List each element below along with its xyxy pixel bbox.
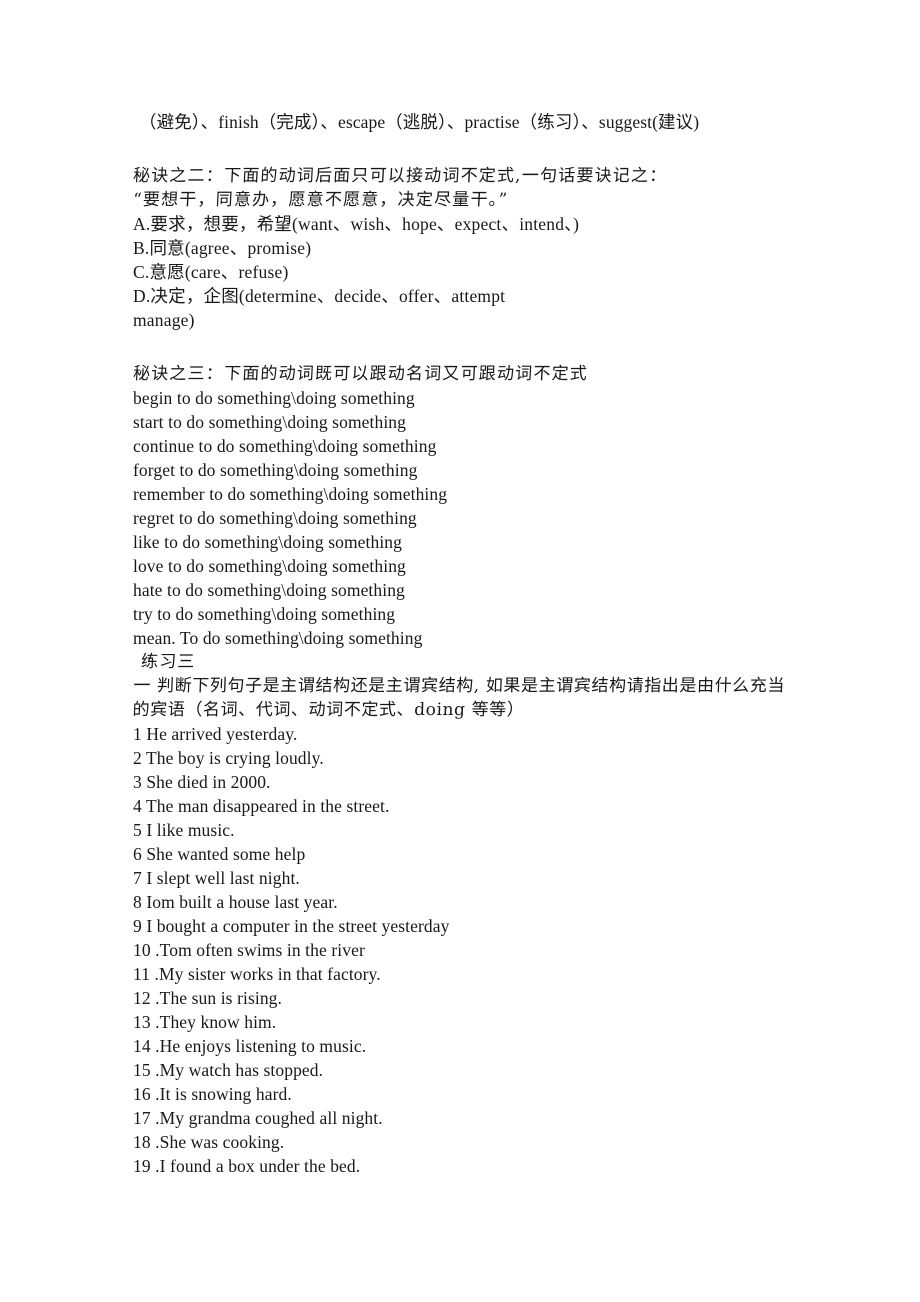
list-item: 12 .The sun is rising. [133,988,283,1008]
list-item: hate to do something\doing something [133,580,405,600]
list-item: begin to do something\doing something [133,388,415,408]
list-item: 6 She wanted some help [133,844,306,864]
list-item: 19 .I found a box under the bed. [133,1156,361,1176]
list-item: C.意愿(care、refuse) [133,262,289,282]
list-item: love to do something\doing something [133,556,406,576]
list-item: mean. To do something\doing something [133,628,423,648]
list-item: 9 I bought a computer in the street yest… [133,916,450,936]
list-item: continue to do something\doing something [133,436,437,456]
list-item: remember to do something\doing something [133,484,448,504]
list-item: 4 The man disappeared in the street. [133,796,390,816]
section-one-tail-line: （避免）、finish（完成）、escape（逃脱）、practise（练习）、… [139,112,700,132]
list-item: D.决定，企图(determine、decide、offer、attempt [133,286,506,306]
list-item: 16 .It is snowing hard. [133,1084,292,1104]
list-item: B.同意(agree、promise) [133,238,312,258]
list-item: A.要求，想要，希望(want、wish、hope、expect、intend、… [133,214,580,234]
list-item: 2 The boy is crying loudly. [133,748,324,768]
list-item: manage) [133,310,195,330]
list-item: like to do something\doing something [133,532,403,552]
section-two-item-list: A.要求，想要，希望(want、wish、hope、expect、intend、… [133,212,813,332]
section-three-heading: 秘诀之三：下面的动词既可以跟动名词又可跟动词不定式 [132,364,589,384]
list-item: forget to do something\doing something [133,460,418,480]
list-item: 1 He arrived yesterday. [133,724,298,744]
list-item: 8 Iom built a house last year. [133,892,338,912]
list-item: try to do something\doing something [133,604,396,624]
document-page: （避免）、finish（完成）、escape（逃脱）、practise（练习）、… [0,0,920,1302]
list-item: 14 .He enjoys listening to music. [133,1036,367,1056]
list-item: 13 .They know him. [133,1012,277,1032]
section-two-mnemonic: “要想干，同意办，愿意不愿意，决定尽量干。” [132,190,509,210]
list-item: 3 She died in 2000. [133,772,271,792]
list-item: 18 .She was cooking. [133,1132,285,1152]
list-item: 7 I slept well last night. [133,868,300,888]
list-item: 17 .My grandma coughed all night. [133,1108,383,1128]
exercise-instruction: 一 判断下列句子是主谓结构还是主谓宾结构, 如果是主谓宾结构请指出是由什么充当的… [132,676,786,720]
exercise-sentence-list: 1 He arrived yesterday. 2 The boy is cry… [133,722,813,1178]
list-item: start to do something\doing something [133,412,406,432]
section-two-heading: 秘诀之二：下面的动词后面只可以接动词不定式,一句话要诀记之： [132,166,668,186]
document-body: （避免）、finish（完成）、escape（逃脱）、practise（练习）、… [132,110,813,1178]
exercise-label: 练习三 [140,652,197,672]
list-item: 5 I like music. [133,820,235,840]
list-item: 10 .Tom often swims in the river [133,940,365,960]
list-item: regret to do something\doing something [133,508,417,528]
section-three-pattern-list: begin to do something\doing something st… [133,386,813,650]
list-item: 15 .My watch has stopped. [133,1060,324,1080]
list-item: 11 .My sister works in that factory. [133,964,381,984]
